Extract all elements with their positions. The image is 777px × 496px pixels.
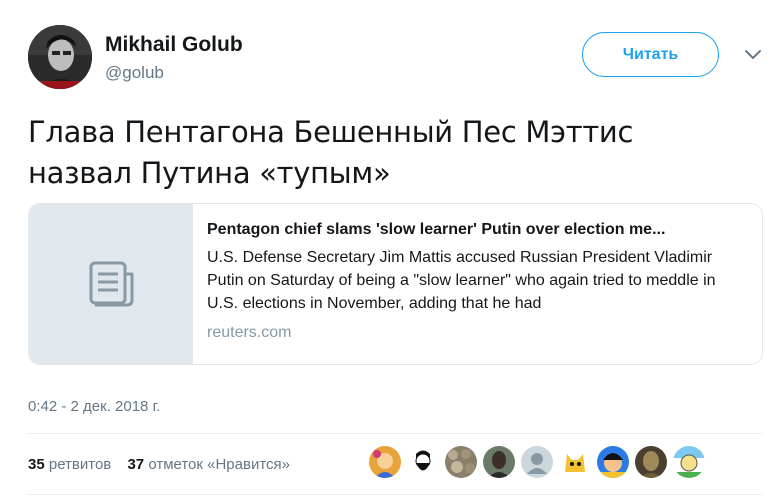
avatar-portrait-icon[interactable] xyxy=(483,446,515,478)
tweet-stats: 35 ретвитов 37 отметок «Нравится» xyxy=(28,456,302,473)
avatar-statue-icon[interactable] xyxy=(635,446,667,478)
avatar-doodle-icon[interactable] xyxy=(673,446,705,478)
document-icon xyxy=(89,261,134,307)
user-handle[interactable]: @golub xyxy=(105,63,164,83)
card-description: U.S. Defense Secretary Jim Mattis accuse… xyxy=(207,249,716,312)
avatar-bearded-icon[interactable] xyxy=(407,446,439,478)
divider xyxy=(28,494,763,495)
divider xyxy=(28,433,763,434)
avatar-cartoon-cat-icon[interactable] xyxy=(559,446,591,478)
likes-stat[interactable]: 37 отметок «Нравится» xyxy=(127,456,290,473)
avatar-colorful-icon[interactable] xyxy=(369,446,401,478)
card-domain: reuters.com xyxy=(207,324,292,341)
tweet-text-line: Глава Пентагона Бешенный Пес Мэттис xyxy=(28,115,634,149)
tweet-text: Глава Пентагона Бешенный Пес Мэттис назв… xyxy=(28,112,748,194)
user-name[interactable]: Mikhail Golub xyxy=(105,33,243,57)
card-media xyxy=(29,204,193,364)
tweet-header: Mikhail Golub @golub Читать xyxy=(28,25,768,89)
card-title[interactable]: Pentagon chief slams 'slow learner' Puti… xyxy=(207,219,742,241)
likes-label: отметок «Нравится» xyxy=(148,456,290,473)
avatar-default-icon[interactable] xyxy=(521,446,553,478)
card-body: Pentagon chief slams 'slow learner' Puti… xyxy=(207,219,752,342)
retweets-stat[interactable]: 35 ретвитов xyxy=(28,456,111,473)
tweet-timestamp[interactable]: 0:42 - 2 дек. 2018 г. xyxy=(28,398,160,415)
tweet-text-line: назвал Путина «тупым» xyxy=(28,156,391,190)
avatar-cartoon-boy-icon[interactable] xyxy=(597,446,629,478)
likers-list xyxy=(369,446,711,482)
retweets-label: ретвитов xyxy=(48,456,112,473)
user-avatar[interactable] xyxy=(28,25,92,89)
link-card[interactable]: Pentagon chief slams 'slow learner' Puti… xyxy=(28,203,763,365)
likes-count: 37 xyxy=(127,456,145,473)
follow-button[interactable]: Читать xyxy=(582,32,719,77)
avatar-pebbles-icon[interactable] xyxy=(445,446,477,478)
chevron-down-icon[interactable] xyxy=(744,49,762,61)
retweets-count: 35 xyxy=(28,456,45,473)
